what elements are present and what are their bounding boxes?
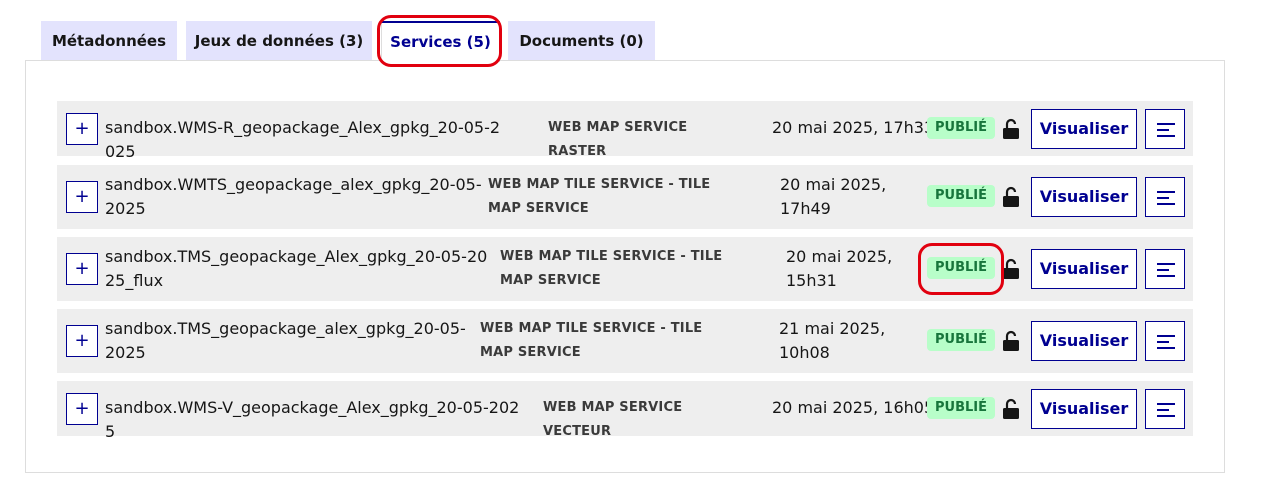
visualiser-button[interactable]: Visualiser (1031, 177, 1137, 217)
menu-button[interactable] (1145, 249, 1185, 289)
visualiser-button[interactable]: Visualiser (1031, 389, 1137, 429)
tab-metadonnees[interactable]: Métadonnées (41, 21, 177, 61)
plus-icon: + (74, 330, 90, 351)
menu-button[interactable] (1145, 321, 1185, 361)
unlocked-padlock-icon (1003, 118, 1019, 139)
menu-button[interactable] (1145, 389, 1185, 429)
plus-icon: + (74, 258, 90, 279)
unlocked-padlock-icon (1003, 258, 1019, 279)
expand-button[interactable]: + (66, 325, 98, 357)
expand-button[interactable]: + (66, 253, 98, 285)
service-type: WEB MAP TILE SERVICE - TILE MAP SERVICE (488, 177, 711, 216)
menu-button[interactable] (1145, 109, 1185, 149)
service-row: + sandbox.WMTS_geopackage_alex_gpkg_20-0… (57, 165, 1193, 229)
service-type: WEB MAP TILE SERVICE - TILE MAP SERVICE (500, 249, 723, 288)
service-name: sandbox.TMS_geopackage_alex_gpkg_20-05-2… (105, 319, 466, 362)
unlocked-padlock-icon (1003, 330, 1019, 351)
visualiser-button[interactable]: Visualiser (1031, 321, 1137, 361)
status-badge: PUBLIÉ (927, 185, 995, 207)
service-name: sandbox.WMTS_geopackage_alex_gpkg_20-05-… (105, 175, 482, 218)
plus-icon: + (74, 186, 90, 207)
tab-services[interactable]: Services (5) (381, 21, 500, 62)
menu-lines-icon (1157, 191, 1175, 205)
visualiser-button[interactable]: Visualiser (1031, 249, 1137, 289)
service-date: 20 mai 2025, 15h31 (786, 247, 893, 290)
plus-icon: + (74, 118, 90, 139)
unlocked-padlock-icon (1003, 398, 1019, 419)
menu-lines-icon (1157, 263, 1175, 277)
menu-button[interactable] (1145, 177, 1185, 217)
menu-lines-icon (1157, 335, 1175, 349)
service-name: sandbox.WMS-V_geopackage_Alex_gpkg_20-05… (105, 398, 520, 441)
service-row: + sandbox.TMS_geopackage_Alex_gpkg_20-05… (57, 237, 1193, 301)
menu-lines-icon (1157, 403, 1175, 417)
service-row: + sandbox.WMS-R_geopackage_Alex_gpkg_20-… (57, 101, 1193, 161)
expand-button[interactable]: + (66, 181, 98, 213)
unlocked-padlock-icon (1003, 186, 1019, 207)
status-badge: PUBLIÉ (927, 329, 995, 351)
status-badge: PUBLIÉ (927, 117, 995, 139)
expand-button[interactable]: + (66, 113, 98, 145)
menu-lines-icon (1157, 123, 1175, 137)
tab-jeux-de-donnees[interactable]: Jeux de données (3) (186, 21, 372, 61)
service-date: 20 mai 2025, 16h05 (772, 398, 935, 417)
service-name: sandbox.TMS_geopackage_Alex_gpkg_20-05-2… (105, 247, 488, 290)
status-badge: PUBLIÉ (927, 397, 995, 419)
visualiser-button[interactable]: Visualiser (1031, 109, 1137, 149)
service-type: WEB MAP SERVICE VECTEUR (543, 400, 683, 439)
plus-icon: + (74, 398, 90, 419)
service-date: 20 mai 2025, 17h49 (780, 175, 887, 218)
expand-button[interactable]: + (66, 393, 98, 425)
service-type: WEB MAP SERVICE RASTER (548, 120, 688, 159)
status-badge: PUBLIÉ (927, 257, 995, 279)
service-type: WEB MAP TILE SERVICE - TILE MAP SERVICE (480, 321, 703, 360)
service-name: sandbox.WMS-R_geopackage_Alex_gpkg_20-05… (105, 118, 501, 161)
tab-documents[interactable]: Documents (0) (508, 21, 655, 61)
service-row: + sandbox.TMS_geopackage_alex_gpkg_20-05… (57, 309, 1193, 373)
service-row: + sandbox.WMS-V_geopackage_Alex_gpkg_20-… (57, 381, 1193, 441)
service-date: 21 mai 2025, 10h08 (779, 319, 886, 362)
service-date: 20 mai 2025, 17h33 (772, 118, 935, 137)
